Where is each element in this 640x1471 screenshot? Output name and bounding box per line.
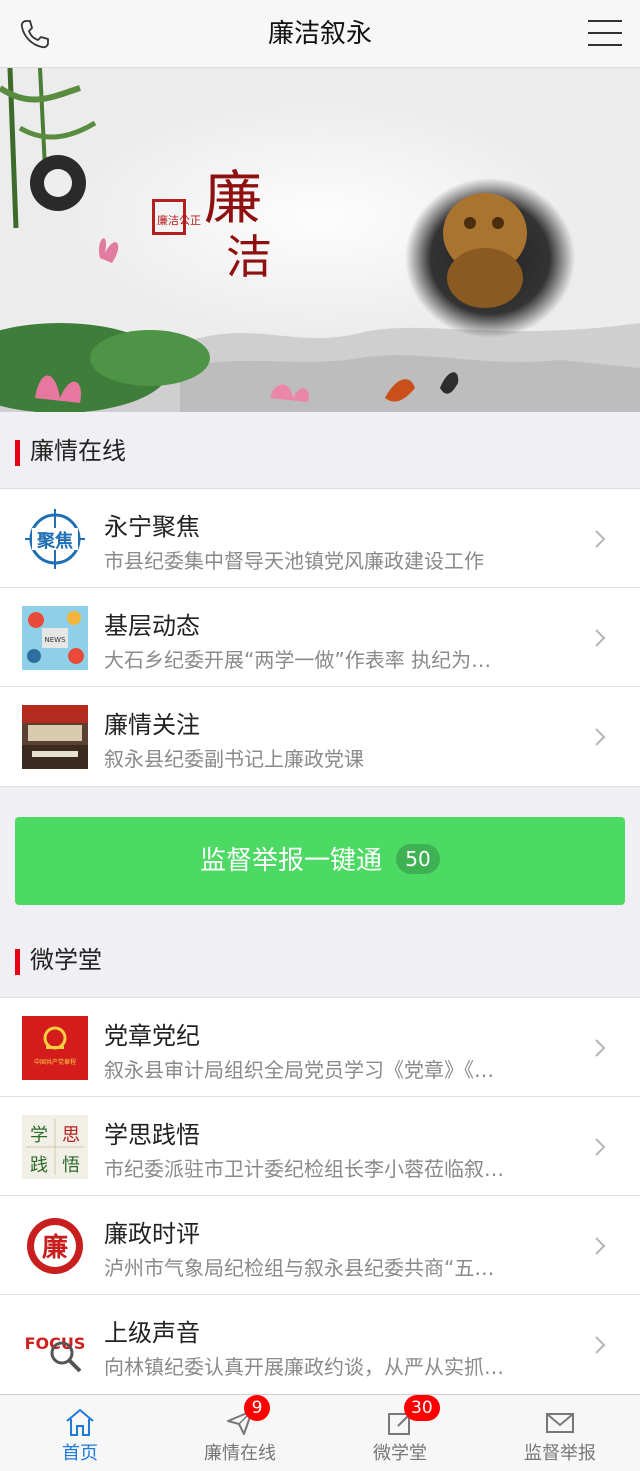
news-list-weixuetang: 中国共产党章程 党章党纪 叙永县审计局组织全局党员学习《党章》《… 学 思 践 …	[0, 997, 640, 1395]
news-list-lianqing: 聚焦 永宁聚焦 市县纪委集中督导天池镇党风廉政建设工作 NEWS 基层动态 大石…	[0, 488, 640, 787]
page-title: 廉洁叙永	[267, 19, 372, 49]
thumb-meeting-photo	[22, 705, 88, 769]
menu-icon[interactable]	[588, 20, 622, 48]
home-icon	[66, 1408, 94, 1436]
item-title: 党章党纪	[104, 1022, 200, 1050]
list-item[interactable]: 廉情关注 叙永县纪委副书记上廉政党课	[0, 687, 640, 786]
thumb-xuesi: 学 思 践 悟	[22, 1115, 88, 1179]
chevron-right-icon	[595, 728, 606, 746]
thumb-lian-seal: 廉	[22, 1214, 88, 1278]
chevron-right-icon	[595, 1336, 606, 1354]
thumb-jujiao: 聚焦	[22, 507, 88, 571]
banner-artwork: 廉 洁 廉洁公正	[0, 68, 640, 412]
list-item[interactable]: 廉 廉政时评 泸州市气象局纪检组与叙永县纪委共商“五…	[0, 1196, 640, 1295]
chevron-right-icon	[595, 1237, 606, 1255]
svg-text:学: 学	[30, 1125, 48, 1146]
item-title: 永宁聚焦	[104, 513, 200, 541]
item-summary: 泸州市气象局纪检组与叙永县纪委共商“五…	[104, 1256, 495, 1280]
svg-text:中国共产党章程: 中国共产党章程	[34, 1058, 76, 1066]
tab-label: 监督举报	[524, 1443, 596, 1464]
top-navbar: 廉洁叙永	[0, 0, 640, 68]
report-button[interactable]: 监督举报一键通 50	[15, 817, 625, 905]
section-title-weixuetang: 微学堂	[0, 922, 640, 998]
list-item[interactable]: FOCUS 上级声音 向林镇纪委认真开展廉政约谈，从严从实抓…	[0, 1295, 640, 1394]
tab-label: 廉情在线	[204, 1443, 276, 1464]
bottom-tabbar: 首页 9 廉情在线 30 微学堂 监督举报	[0, 1394, 640, 1471]
report-button-label: 监督举报一键通	[199, 846, 382, 876]
chevron-right-icon	[595, 530, 606, 548]
thumb-news: NEWS	[22, 606, 88, 670]
tab-badge: 9	[244, 1395, 270, 1421]
item-title: 上级声音	[104, 1319, 200, 1347]
hero-banner[interactable]: 廉 洁 廉洁公正	[0, 68, 640, 412]
svg-text:廉: 廉	[42, 1232, 68, 1263]
tab-lianqing[interactable]: 9 廉情在线	[160, 1395, 320, 1471]
tab-label: 首页	[62, 1443, 98, 1464]
item-title: 廉情关注	[104, 711, 200, 739]
item-summary: 叙永县纪委副书记上廉政党课	[104, 747, 364, 771]
item-summary: 市县纪委集中督导天池镇党风廉政建设工作	[104, 549, 484, 573]
svg-text:思: 思	[62, 1125, 80, 1146]
thumb-focus: FOCUS	[22, 1313, 88, 1377]
list-item[interactable]: 中国共产党章程 党章党纪 叙永县审计局组织全局党员学习《党章》《…	[0, 998, 640, 1097]
chevron-right-icon	[595, 629, 606, 647]
item-title: 学思践悟	[104, 1121, 200, 1149]
svg-text:聚焦: 聚焦	[36, 530, 73, 552]
item-title: 廉政时评	[104, 1220, 200, 1248]
svg-text:NEWS: NEWS	[44, 636, 66, 644]
chevron-right-icon	[595, 1039, 606, 1057]
tab-badge: 30	[404, 1395, 440, 1421]
item-summary: 市纪委派驻市卫计委纪检组长李小蓉莅临叙…	[104, 1157, 504, 1181]
list-item[interactable]: 学 思 践 悟 学思践悟 市纪委派驻市卫计委纪检组长李小蓉莅临叙…	[0, 1097, 640, 1196]
list-item[interactable]: NEWS 基层动态 大石乡纪委开展“两学一做”作表率 执纪为…	[0, 588, 640, 687]
item-summary: 向林镇纪委认真开展廉政约谈，从严从实抓…	[104, 1355, 504, 1379]
tab-report[interactable]: 监督举报	[480, 1395, 640, 1471]
tab-home[interactable]: 首页	[0, 1395, 160, 1471]
list-item[interactable]: 聚焦 永宁聚焦 市县纪委集中督导天池镇党风廉政建设工作	[0, 489, 640, 588]
banner-char-jie: 洁	[226, 230, 272, 284]
section-title-lianqing: 廉情在线	[0, 413, 640, 489]
tab-weixuetang[interactable]: 30 微学堂	[320, 1395, 480, 1471]
report-count-badge: 50	[396, 844, 440, 874]
svg-text:FOCUS: FOCUS	[25, 1334, 86, 1353]
item-summary: 叙永县审计局组织全局党员学习《党章》《…	[104, 1058, 494, 1082]
banner-seal: 廉洁公正	[157, 213, 201, 227]
svg-text:践: 践	[30, 1155, 48, 1176]
chevron-right-icon	[595, 1138, 606, 1156]
item-summary: 大石乡纪委开展“两学一做”作表率 执纪为…	[104, 648, 492, 672]
tab-label: 微学堂	[373, 1443, 427, 1464]
banner-char-lian: 廉	[204, 164, 262, 232]
mail-icon	[546, 1413, 574, 1433]
item-title: 基层动态	[104, 612, 200, 640]
thumb-party-constitution: 中国共产党章程	[22, 1016, 88, 1080]
svg-text:悟: 悟	[62, 1155, 80, 1176]
